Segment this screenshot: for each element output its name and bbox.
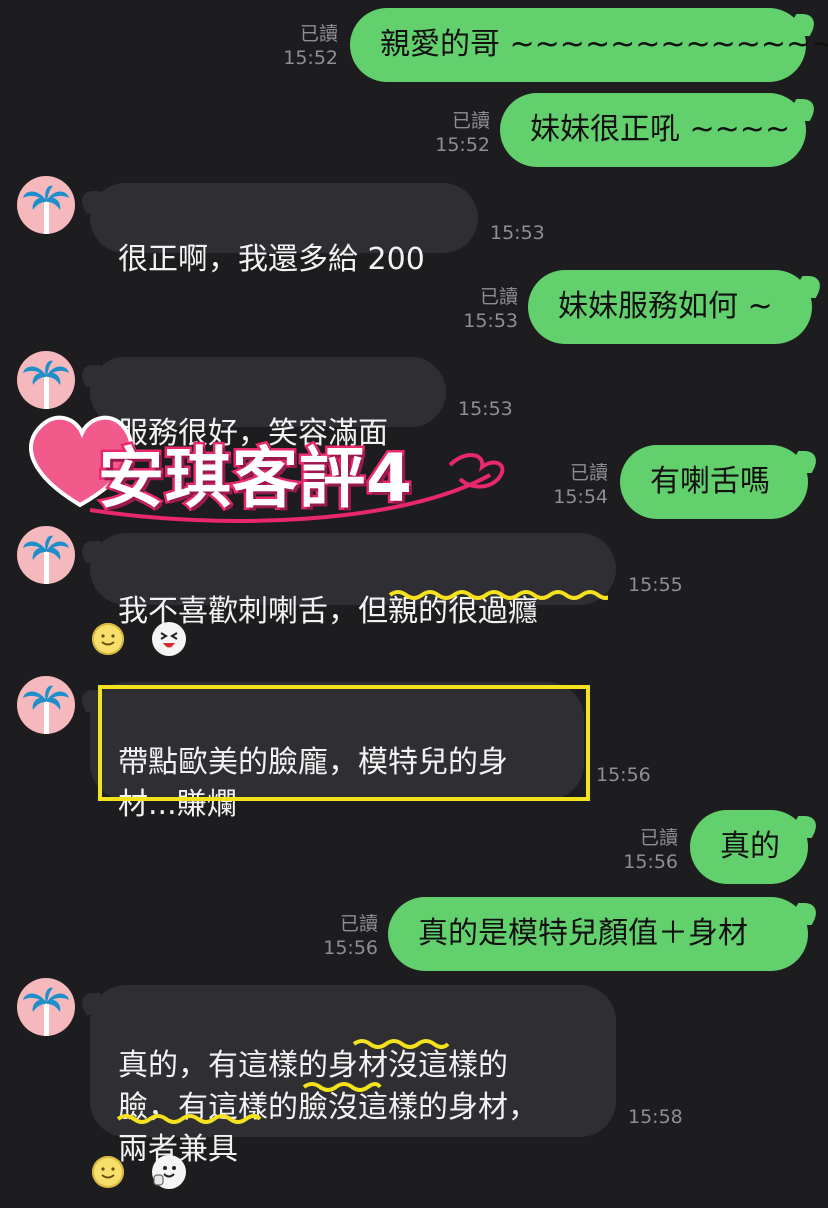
outgoing-message[interactable]: 真的是模特兒顏值＋身材 (388, 897, 808, 971)
message-text: 真的 (720, 829, 780, 864)
palm-tree-icon (23, 685, 69, 734)
outgoing-message[interactable]: 真的 (690, 810, 808, 884)
underline-annotation (116, 1114, 262, 1124)
read-label: 已讀 (639, 827, 678, 849)
message-text: 真的是模特兒顏值＋身材 (418, 916, 748, 951)
underline-annotation (302, 1082, 382, 1092)
message-time: 15:56 (623, 851, 678, 873)
read-receipt: 已讀 15:56 (310, 912, 378, 960)
outgoing-message[interactable]: 有喇舌嗎 (620, 445, 808, 519)
message-text: 妹妹很正吼 ~~~~ (530, 112, 791, 147)
message-text: 妹妹服務如何 ~ (558, 289, 773, 324)
palm-tree-icon (23, 185, 69, 234)
underline-annotation (352, 1039, 450, 1049)
read-label: 已讀 (339, 913, 378, 935)
contact-avatar[interactable] (17, 978, 75, 1036)
outgoing-message[interactable]: 妹妹服務如何 ~ (528, 270, 812, 344)
message-time: 15:52 (283, 47, 338, 69)
incoming-message[interactable]: 很正啊，我還多給 200 (90, 183, 478, 277)
read-receipt: 已讀 15:52 (270, 22, 338, 70)
message-time: 15:55 (628, 574, 683, 596)
message-time: 15:52 (435, 134, 490, 156)
palm-tree-icon (23, 360, 69, 409)
palm-tree-icon (23, 987, 69, 1036)
review-sticker-text: 安琪客評4 (96, 438, 415, 520)
laughing-face-icon[interactable] (152, 622, 186, 656)
outgoing-message[interactable]: 妹妹很正吼 ~~~~ (500, 93, 806, 167)
message-time: 15:54 (553, 486, 608, 508)
read-receipt: 已讀 15:54 (540, 461, 608, 509)
message-time: 15:58 (628, 1106, 683, 1128)
message-time: 15:56 (596, 764, 651, 786)
palm-tree-icon (23, 535, 69, 584)
message-text: 很正啊，我還多給 200 (118, 242, 425, 277)
contact-avatar[interactable] (17, 176, 75, 234)
message-text: 有喇舌嗎 (650, 464, 770, 499)
read-label: 已讀 (479, 286, 518, 308)
read-receipt: 已讀 15:53 (450, 285, 518, 333)
message-time: 15:53 (490, 222, 545, 244)
outgoing-message[interactable]: 親愛的哥 ~~~~~~~~~~~~~~ (350, 8, 828, 82)
read-label: 已讀 (451, 110, 490, 132)
highlight-box-annotation (98, 685, 590, 801)
smile-emoji-icon[interactable] (92, 1156, 124, 1188)
read-label: 已讀 (569, 462, 608, 484)
contact-avatar[interactable] (17, 351, 75, 409)
message-text: 親愛的哥 ~~~~~~~~~~~~~~ (380, 27, 828, 62)
message-time: 15:53 (463, 310, 518, 332)
message-time: 15:56 (323, 937, 378, 959)
smile-emoji-icon[interactable] (92, 623, 124, 655)
message-text: 真的，有這樣的身材沒這樣的 臉，有這樣的臉沒這樣的身材， 兩者兼具 (118, 1048, 538, 1167)
contact-avatar[interactable] (17, 676, 75, 734)
thumbs-up-face-icon[interactable] (152, 1155, 186, 1189)
read-receipt: 已讀 15:56 (608, 826, 678, 874)
read-receipt: 已讀 15:52 (420, 109, 490, 157)
contact-avatar[interactable] (17, 526, 75, 584)
read-label: 已讀 (299, 23, 338, 45)
underline-annotation (388, 590, 608, 600)
